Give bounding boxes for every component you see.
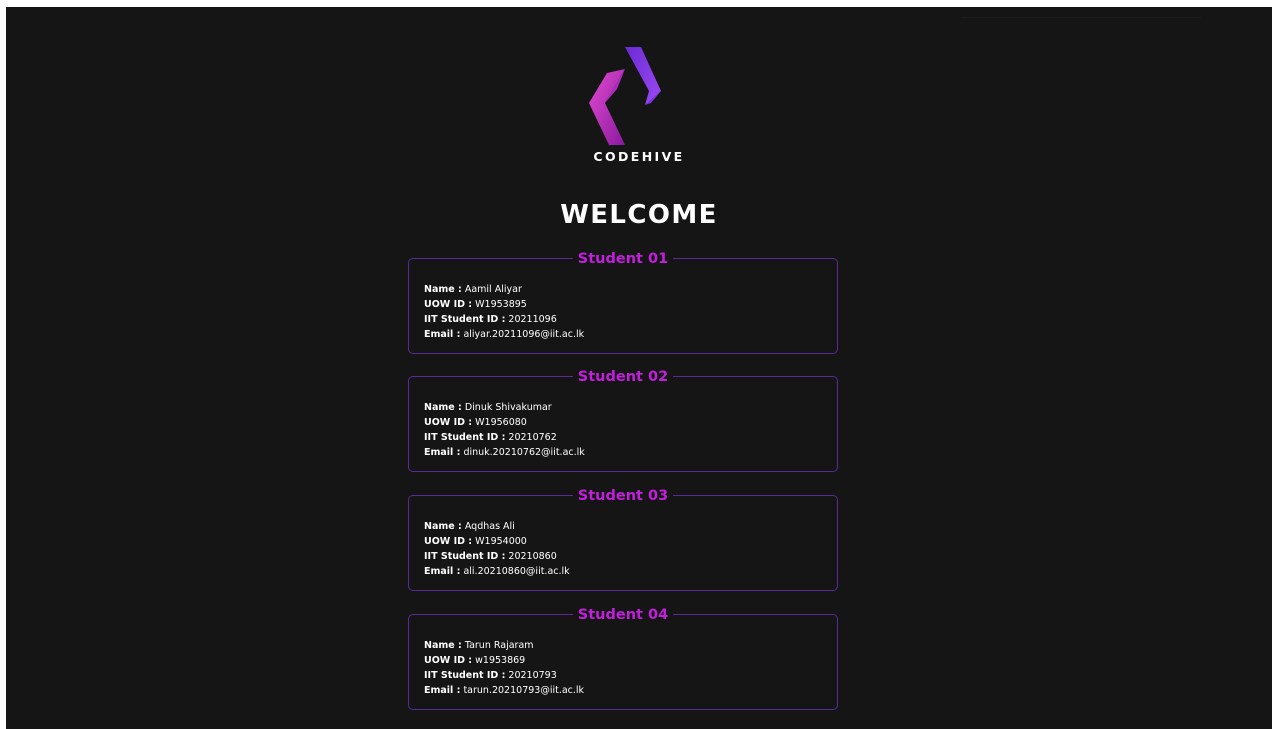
card-title: Student 03 <box>572 488 674 504</box>
name-label: Name : <box>424 284 462 295</box>
name-value: Tarun Rajaram <box>464 640 534 651</box>
student-card: Student 04 Name : Tarun Rajaram UOW ID :… <box>408 607 838 710</box>
email-label: Email : <box>424 329 461 340</box>
email-row: Email : dinuk.20210762@iit.ac.lk <box>424 445 585 460</box>
brand-name: CODEHIVE <box>593 149 685 164</box>
uow-label: UOW ID : <box>424 417 473 428</box>
iit-row: IIT Student ID : 20210762 <box>424 430 585 445</box>
email-row: Email : ali.20210860@iit.ac.lk <box>424 564 570 579</box>
iit-label: IIT Student ID : <box>424 314 506 325</box>
iit-value: 20210860 <box>508 551 557 562</box>
uow-label: UOW ID : <box>424 655 473 666</box>
uow-label: UOW ID : <box>424 299 473 310</box>
name-label: Name : <box>424 640 462 651</box>
page-title: WELCOME <box>560 200 718 230</box>
uow-row: UOW ID : W1953895 <box>424 297 584 312</box>
uow-row: UOW ID : w1953869 <box>424 653 584 668</box>
uow-value: w1953869 <box>475 655 526 666</box>
uow-row: UOW ID : W1954000 <box>424 534 570 549</box>
name-row: Name : Tarun Rajaram <box>424 638 584 653</box>
name-row: Name : Dinuk Shivakumar <box>424 400 585 415</box>
student-details: Name : Aamil Aliyar UOW ID : W1953895 II… <box>424 282 584 342</box>
codehive-logo-icon <box>589 47 661 145</box>
email-label: Email : <box>424 566 461 577</box>
page: CODEHIVE WELCOME Student 01 Name : Aamil… <box>6 7 1272 729</box>
iit-value: 20210762 <box>508 432 557 443</box>
iit-row: IIT Student ID : 20211096 <box>424 312 584 327</box>
student-details: Name : Aqdhas Ali UOW ID : W1954000 IIT … <box>424 519 570 579</box>
iit-row: IIT Student ID : 20210860 <box>424 549 570 564</box>
name-label: Name : <box>424 521 462 532</box>
email-row: Email : tarun.20210793@iit.ac.lk <box>424 683 584 698</box>
uow-value: W1954000 <box>475 536 527 547</box>
iit-label: IIT Student ID : <box>424 551 506 562</box>
student-details: Name : Dinuk Shivakumar UOW ID : W195608… <box>424 400 585 460</box>
email-row: Email : aliyar.20211096@iit.ac.lk <box>424 327 584 342</box>
name-value: Aamil Aliyar <box>464 284 522 295</box>
student-card: Student 01 Name : Aamil Aliyar UOW ID : … <box>408 251 838 354</box>
card-title: Student 02 <box>572 369 674 385</box>
card-title: Student 01 <box>572 251 674 267</box>
student-details: Name : Tarun Rajaram UOW ID : w1953869 I… <box>424 638 584 698</box>
iit-row: IIT Student ID : 20210793 <box>424 668 584 683</box>
email-label: Email : <box>424 685 461 696</box>
iit-value: 20210793 <box>508 670 557 681</box>
iit-label: IIT Student ID : <box>424 432 506 443</box>
iit-label: IIT Student ID : <box>424 670 506 681</box>
email-label: Email : <box>424 447 461 458</box>
name-value: Aqdhas Ali <box>464 521 515 532</box>
name-row: Name : Aamil Aliyar <box>424 282 584 297</box>
iit-value: 20211096 <box>508 314 557 325</box>
name-label: Name : <box>424 402 462 413</box>
email-value: dinuk.20210762@iit.ac.lk <box>463 447 585 458</box>
name-row: Name : Aqdhas Ali <box>424 519 570 534</box>
card-title: Student 04 <box>572 607 674 623</box>
student-card: Student 03 Name : Aqdhas Ali UOW ID : W1… <box>408 488 838 591</box>
uow-label: UOW ID : <box>424 536 473 547</box>
name-value: Dinuk Shivakumar <box>464 402 552 413</box>
uow-value: W1956080 <box>475 417 527 428</box>
uow-value: W1953895 <box>475 299 527 310</box>
student-card: Student 02 Name : Dinuk Shivakumar UOW I… <box>408 369 838 472</box>
divider <box>961 17 1201 18</box>
uow-row: UOW ID : W1956080 <box>424 415 585 430</box>
email-value: tarun.20210793@iit.ac.lk <box>463 685 585 696</box>
email-value: ali.20210860@iit.ac.lk <box>463 566 570 577</box>
email-value: aliyar.20211096@iit.ac.lk <box>463 329 585 340</box>
